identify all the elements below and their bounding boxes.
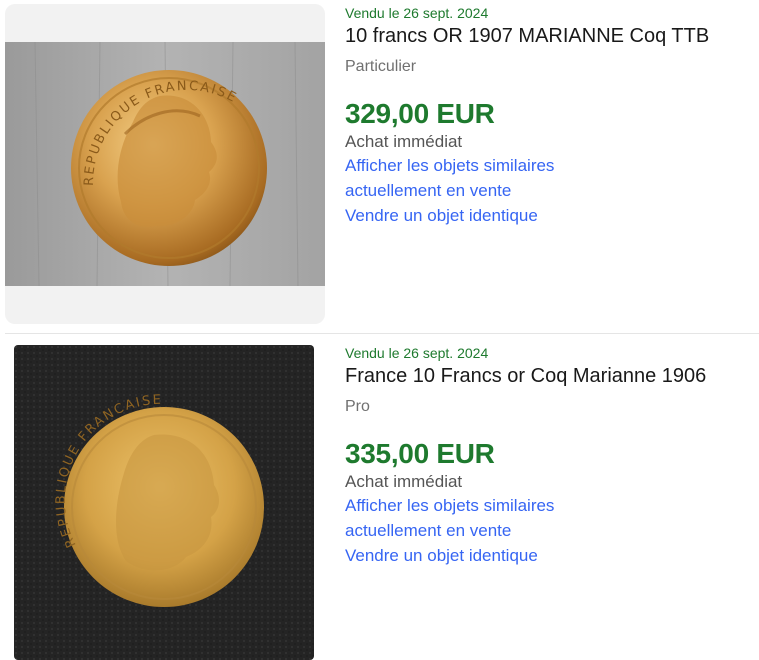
sell-identical-link[interactable]: Vendre un objet identique (345, 543, 706, 568)
listing-card: REPUBLIQUE FRANCAISE Vendu le 26 sept. 2… (0, 0, 759, 333)
buy-format: Achat immédiat (345, 132, 463, 151)
listing-details: Vendu le 26 sept. 2024 France 10 Francs … (345, 345, 706, 568)
coin-photo: REPUBLIQUE FRANCAISE (14, 345, 314, 660)
sold-date: Vendu le 26 sept. 2024 (345, 345, 489, 361)
coin-photo: REPUBLIQUE FRANCAISE (5, 41, 325, 287)
similar-items-link[interactable]: Afficher les objets similaires actuellem… (345, 493, 590, 543)
sold-date: Vendu le 26 sept. 2024 (345, 5, 489, 21)
listing-image[interactable]: REPUBLIQUE FRANCAISE (14, 345, 314, 660)
similar-items-link[interactable]: Afficher les objets similaires actuellem… (345, 153, 590, 203)
seller-type: Particulier (345, 58, 417, 75)
sold-price: 335,00 EUR (345, 438, 495, 469)
seller-type: Pro (345, 398, 370, 415)
listing-title[interactable]: France 10 Francs or Coq Marianne 1906 (345, 363, 706, 389)
buy-format: Achat immédiat (345, 472, 463, 491)
divider (5, 333, 759, 334)
listing-image[interactable]: REPUBLIQUE FRANCAISE (5, 4, 325, 324)
listing-title[interactable]: 10 francs OR 1907 MARIANNE Coq TTB (345, 23, 709, 49)
sell-identical-link[interactable]: Vendre un objet identique (345, 203, 709, 228)
sold-price: 329,00 EUR (345, 98, 495, 129)
listing-details: Vendu le 26 sept. 2024 10 francs OR 1907… (345, 5, 709, 228)
